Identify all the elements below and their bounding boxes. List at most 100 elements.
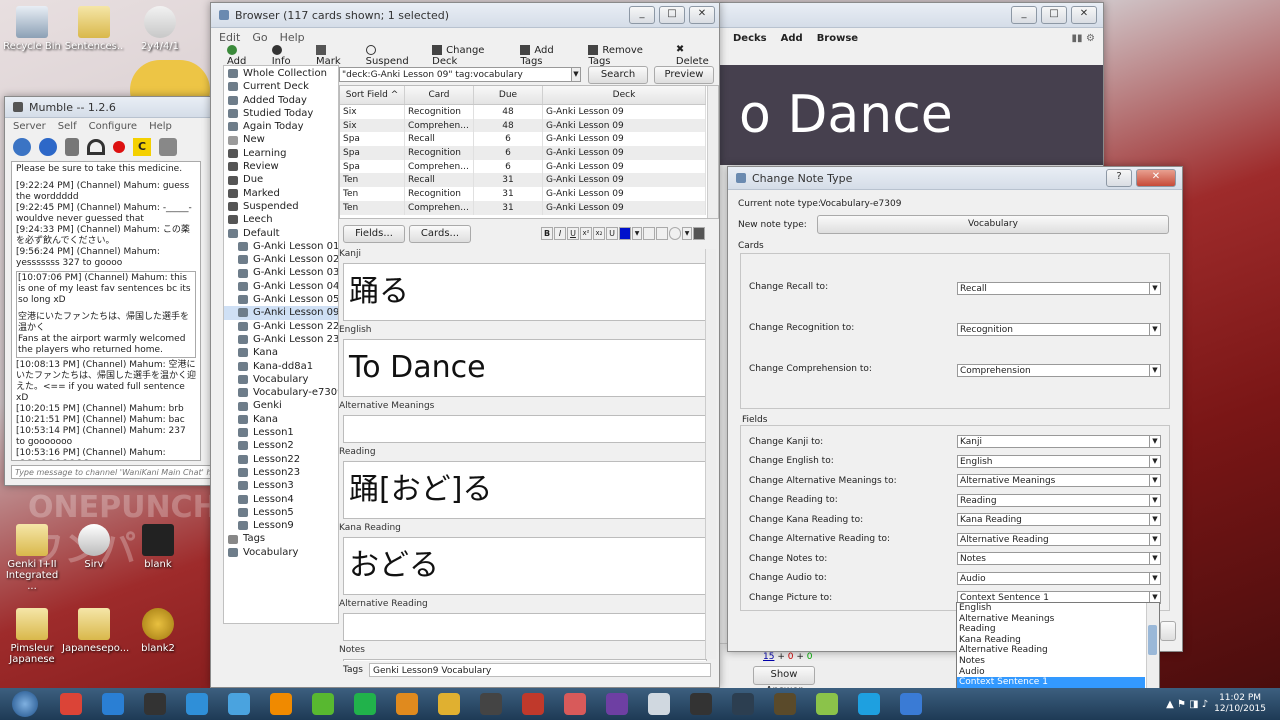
underline-icon[interactable]: U [567, 227, 579, 240]
search-button[interactable]: Search [588, 66, 648, 84]
field-mapping-select[interactable]: Alternative Reading ▼ [957, 532, 1161, 546]
maximize-button[interactable]: □ [659, 6, 685, 24]
field-mapping-select[interactable]: Reading ▼ [957, 493, 1161, 507]
sidebar-item[interactable]: Genki [224, 399, 338, 412]
table-scrollbar[interactable] [707, 86, 718, 218]
record-icon[interactable] [113, 141, 125, 153]
sidebar-item[interactable]: G-Anki Lesson 02 [224, 253, 338, 266]
close-button[interactable]: ✕ [1071, 6, 1097, 24]
show-answer-button[interactable]: Show Answer [753, 666, 815, 696]
cards-button[interactable]: Cards... [409, 225, 471, 243]
card-mapping-select[interactable]: Recall ▼ [957, 282, 1161, 295]
star-icon[interactable] [223, 691, 255, 717]
table-row[interactable]: Spa Recall 6 G-Anki Lesson 09 [340, 132, 706, 147]
table-row[interactable]: Spa Comprehen... 6 G-Anki Lesson 09 [340, 159, 706, 174]
sidebar-item[interactable]: Learning [224, 147, 338, 160]
amazon-icon[interactable] [391, 691, 423, 717]
sidebar-item[interactable]: Vocabulary [224, 546, 338, 559]
sidebar-item[interactable]: Added Today [224, 94, 338, 107]
column-due[interactable]: Due [473, 86, 543, 105]
field-notes[interactable] [343, 659, 707, 661]
mmo-icon[interactable] [727, 691, 759, 717]
sidebar-item[interactable]: G-Anki Lesson 04 [224, 280, 338, 293]
folder-icon[interactable] [433, 691, 465, 717]
field-english[interactable]: To Dance [343, 339, 707, 397]
change-deck-button[interactable]: Change Deck [432, 45, 506, 67]
clear-format-icon[interactable]: U [606, 227, 618, 240]
delete-button[interactable]: ✖Delete [676, 45, 719, 68]
field-alt-reading[interactable] [343, 613, 707, 641]
note-icon[interactable] [811, 691, 843, 717]
column-card[interactable]: Card [404, 86, 474, 105]
gallery-icon[interactable] [517, 691, 549, 717]
nav-browse[interactable]: Browse [817, 33, 858, 44]
column-sort-field[interactable]: Sort Field ^ [340, 86, 405, 105]
sidebar-item[interactable]: Vocabulary-e7309 [224, 386, 338, 399]
desktop-icon-blank[interactable]: blank [126, 524, 190, 570]
desktop-icon-avatar[interactable]: 2y4/4/1 [128, 6, 192, 52]
sidebar-item[interactable]: Tags [224, 532, 338, 545]
sidebar-item[interactable]: New [224, 133, 338, 146]
sidebar-item[interactable]: Due [224, 173, 338, 186]
utorrent-icon[interactable] [307, 691, 339, 717]
field-mapping-select[interactable]: Kanji ▼ [957, 435, 1161, 449]
sidebar-item[interactable]: Marked [224, 187, 338, 200]
w-icon[interactable] [685, 691, 717, 717]
preview-button[interactable]: Preview [654, 66, 714, 84]
column-deck[interactable]: Deck [542, 86, 706, 105]
sidebar-item[interactable]: G-Anki Lesson 01 [224, 240, 338, 253]
cloze-icon[interactable] [643, 227, 655, 240]
bleach-icon[interactable] [139, 691, 171, 717]
dropdown-option[interactable]: Notes [957, 656, 1145, 667]
mark-button[interactable]: Mark [316, 45, 352, 67]
sidebar-item[interactable]: Lesson23 [224, 466, 338, 479]
desktop-icon-japanesepod[interactable]: Japanesepo... [62, 608, 129, 654]
color-dropdown-icon[interactable]: ▼ [632, 227, 642, 240]
color-icon[interactable] [619, 227, 631, 240]
table-row[interactable]: Ten Comprehen... 31 G-Anki Lesson 09 [340, 200, 706, 215]
sidebar-item[interactable]: Lesson22 [224, 453, 338, 466]
sidebar-item[interactable]: G-Anki Lesson 03 [224, 266, 338, 279]
minimize-button[interactable]: _ [1011, 6, 1037, 24]
stats-icon[interactable]: ▮▮ ⚙ [1072, 33, 1095, 44]
new-note-type-button[interactable]: Vocabulary [817, 215, 1169, 234]
chrome-icon[interactable] [55, 691, 87, 717]
close-button[interactable]: ✕ [1136, 169, 1176, 187]
help-button[interactable]: ? [1106, 169, 1132, 187]
card-mapping-select[interactable]: Comprehension ▼ [957, 364, 1161, 377]
search-input[interactable]: "deck:G-Anki Lesson 09" tag:vocabulary [339, 67, 581, 82]
tags-input[interactable]: Genki Lesson9 Vocabulary [369, 663, 711, 677]
sidebar-item[interactable]: Vocabulary [224, 373, 338, 386]
card-mapping-select[interactable]: Recognition ▼ [957, 323, 1161, 336]
sidebar-item[interactable]: Kana [224, 346, 338, 359]
subscript-icon[interactable]: x₂ [593, 227, 605, 240]
remove-tags-button[interactable]: Remove Tags [588, 45, 662, 67]
field-kana-reading[interactable]: おどる [343, 537, 707, 595]
field-kanji[interactable]: 踊る [343, 263, 707, 321]
menu-help[interactable]: Help [149, 121, 172, 132]
sidebar-item[interactable]: Studied Today [224, 107, 338, 120]
desktop-icon-blank2[interactable]: blank2 [126, 608, 190, 654]
menu-configure[interactable]: Configure [89, 121, 137, 132]
table-row[interactable]: Spa Recognition 6 G-Anki Lesson 09 [340, 146, 706, 160]
table-row[interactable]: Six Recognition 48 G-Anki Lesson 09 [340, 104, 706, 119]
globe-icon[interactable] [13, 138, 31, 156]
dropdown-option[interactable]: Alternative Meanings [957, 614, 1145, 625]
dropdown-option[interactable]: Audio [957, 667, 1145, 678]
sidebar-item[interactable]: Lesson9 [224, 519, 338, 532]
sidebar-item[interactable]: Default [224, 227, 338, 240]
dropdown-option[interactable]: Alternative Reading [957, 645, 1145, 656]
close-button[interactable]: ✕ [689, 6, 715, 24]
field-mapping-select[interactable]: Alternative Meanings ▼ [957, 474, 1161, 488]
table-row[interactable]: Ten Recall 31 G-Anki Lesson 09 [340, 173, 706, 188]
menu-edit[interactable]: Edit [219, 31, 240, 44]
sidebar-item[interactable]: G-Anki Lesson 23 [224, 333, 338, 346]
fields-button[interactable]: Fields... [343, 225, 405, 243]
clock[interactable]: 11:02 PM 12/10/2015 [1214, 693, 1266, 715]
menu-self[interactable]: Self [58, 121, 77, 132]
dropdown-option[interactable]: English [957, 603, 1145, 614]
headphones-icon[interactable] [87, 139, 105, 155]
dropdown-option[interactable]: Kana Reading [957, 635, 1145, 646]
sidebar-item[interactable]: Review [224, 160, 338, 173]
dropdown-option[interactable]: Reading [957, 624, 1145, 635]
